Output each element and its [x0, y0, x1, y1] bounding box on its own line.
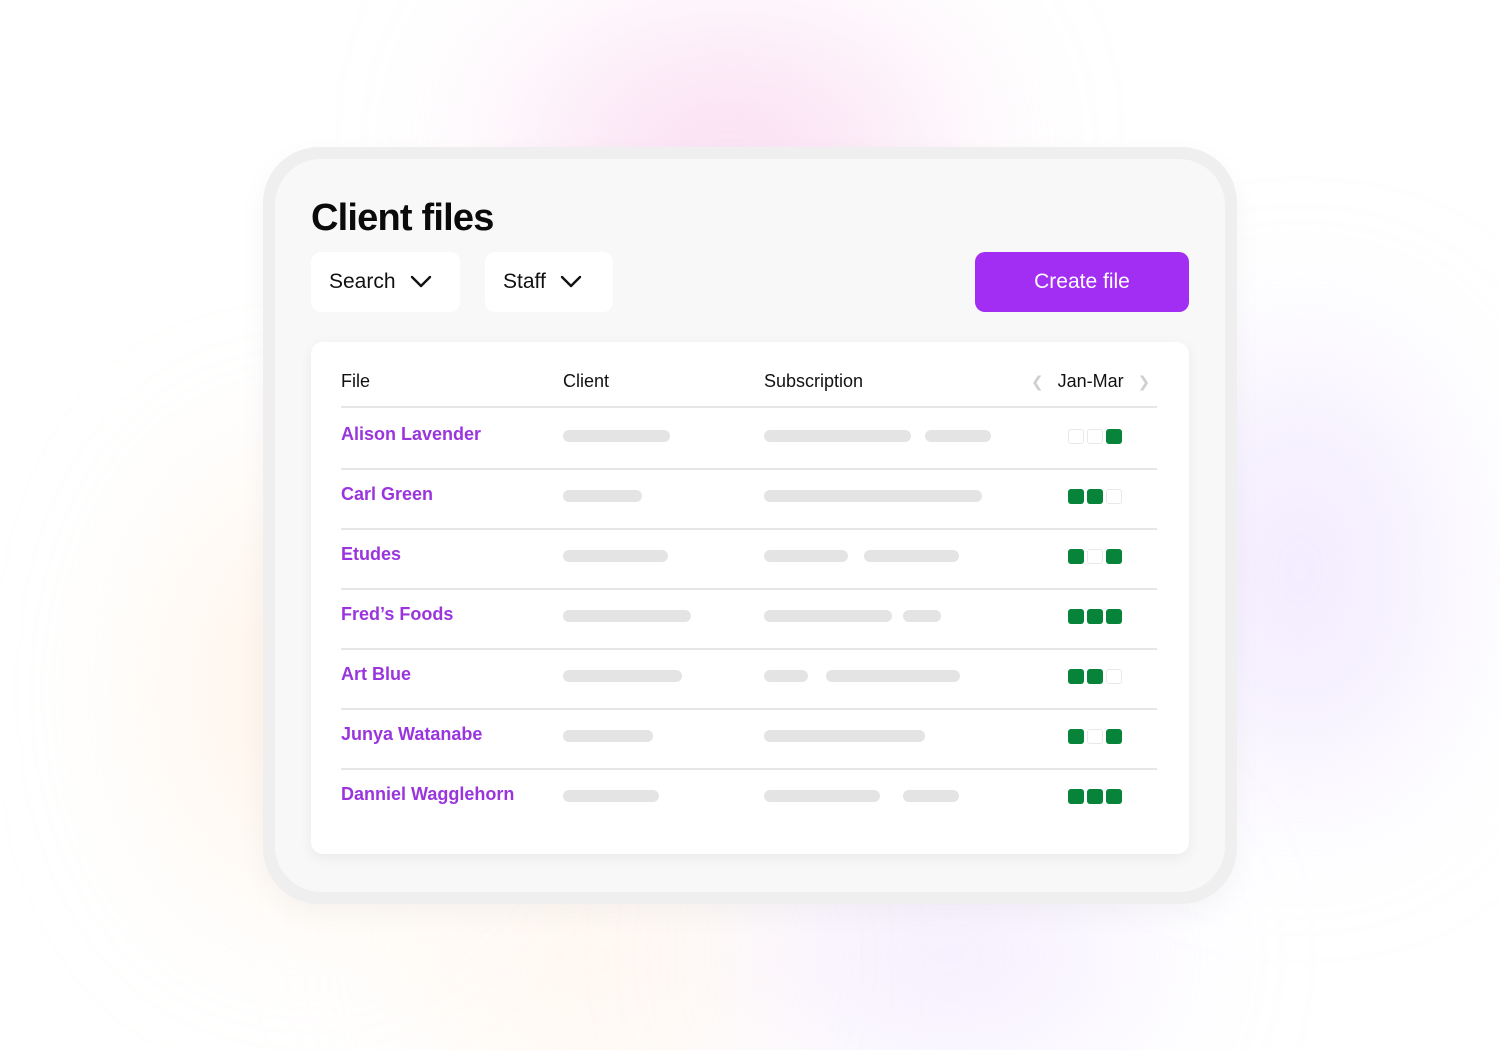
- month-status-complete: [1087, 669, 1103, 684]
- search-dropdown-label: Search: [329, 270, 396, 293]
- client-placeholder-bar: [563, 490, 642, 502]
- table-row[interactable]: Alison Lavender: [341, 410, 1157, 470]
- file-link[interactable]: Alison Lavender: [341, 424, 481, 445]
- table-row[interactable]: Junya Watanabe: [341, 710, 1157, 770]
- quarter-status: [1068, 729, 1122, 744]
- subscription-placeholder-bar: [764, 610, 892, 622]
- month-status-empty: [1087, 549, 1103, 564]
- subscription-placeholder-bar: [764, 430, 911, 442]
- period-label: Jan-Mar: [1057, 371, 1124, 391]
- subscription-placeholder-bar: [826, 670, 960, 682]
- subscription-placeholder-bar: [903, 610, 941, 622]
- chevron-down-icon: [560, 275, 582, 288]
- month-status-complete: [1068, 549, 1084, 564]
- page-title: Client files: [311, 197, 494, 239]
- quarter-status: [1068, 789, 1122, 804]
- month-status-empty: [1087, 729, 1103, 744]
- month-status-empty: [1068, 429, 1084, 444]
- client-placeholder-bar: [563, 670, 682, 682]
- quarter-status: [1068, 669, 1122, 684]
- table-row[interactable]: Fred’s Foods: [341, 590, 1157, 650]
- month-status-complete: [1106, 429, 1122, 444]
- chevron-right-icon[interactable]: ❯: [1138, 373, 1151, 391]
- search-dropdown[interactable]: Search: [311, 252, 460, 312]
- chevron-down-icon: [410, 275, 431, 288]
- column-header-file[interactable]: File: [341, 371, 370, 392]
- file-link[interactable]: Etudes: [341, 544, 401, 565]
- subscription-placeholder-bar: [764, 670, 808, 682]
- month-status-complete: [1087, 789, 1103, 804]
- background-glow-orange-bottom: [430, 880, 750, 1040]
- period-selector: ❮ Jan-Mar ❯: [1031, 371, 1150, 392]
- column-header-subscription[interactable]: Subscription: [764, 371, 863, 392]
- create-file-button[interactable]: Create file: [975, 252, 1189, 312]
- client-placeholder-bar: [563, 550, 668, 562]
- month-status-complete: [1068, 489, 1084, 504]
- subscription-placeholder-bar: [764, 790, 880, 802]
- month-status-complete: [1106, 729, 1122, 744]
- month-status-empty: [1087, 429, 1103, 444]
- file-link[interactable]: Danniel Wagglehorn: [341, 784, 514, 805]
- staff-dropdown-label: Staff: [503, 270, 546, 293]
- column-header-client[interactable]: Client: [563, 371, 609, 392]
- subscription-placeholder-bar: [864, 550, 959, 562]
- quarter-status: [1068, 429, 1122, 444]
- table-row[interactable]: Danniel Wagglehorn: [341, 770, 1157, 830]
- month-status-complete: [1068, 669, 1084, 684]
- subscription-placeholder-bar: [764, 490, 982, 502]
- client-files-panel: Client files Search Staff Create file Fi…: [275, 159, 1225, 892]
- subscription-placeholder-bar: [925, 430, 991, 442]
- month-status-complete: [1087, 489, 1103, 504]
- table-row[interactable]: Carl Green: [341, 470, 1157, 530]
- subscription-placeholder-bar: [764, 730, 925, 742]
- month-status-empty: [1106, 669, 1122, 684]
- subscription-placeholder-bar: [764, 550, 848, 562]
- file-link[interactable]: Carl Green: [341, 484, 433, 505]
- quarter-status: [1068, 549, 1122, 564]
- chevron-left-icon[interactable]: ❮: [1031, 373, 1044, 391]
- month-status-complete: [1106, 609, 1122, 624]
- device-frame: Client files Search Staff Create file Fi…: [263, 147, 1237, 904]
- subscription-placeholder-bar: [903, 790, 959, 802]
- month-status-complete: [1068, 729, 1084, 744]
- month-status-complete: [1068, 789, 1084, 804]
- file-link[interactable]: Fred’s Foods: [341, 604, 453, 625]
- staff-dropdown[interactable]: Staff: [485, 252, 613, 312]
- quarter-status: [1068, 489, 1122, 504]
- client-placeholder-bar: [563, 790, 659, 802]
- client-files-table: File Client Subscription ❮ Jan-Mar ❯ Ali…: [311, 342, 1189, 854]
- quarter-status: [1068, 609, 1122, 624]
- client-placeholder-bar: [563, 430, 670, 442]
- client-placeholder-bar: [563, 730, 653, 742]
- month-status-complete: [1068, 609, 1084, 624]
- month-status-complete: [1106, 549, 1122, 564]
- month-status-complete: [1087, 609, 1103, 624]
- month-status-complete: [1106, 789, 1122, 804]
- month-status-empty: [1106, 489, 1122, 504]
- table-row[interactable]: Etudes: [341, 530, 1157, 590]
- file-link[interactable]: Junya Watanabe: [341, 724, 482, 745]
- client-placeholder-bar: [563, 610, 691, 622]
- file-link[interactable]: Art Blue: [341, 664, 411, 685]
- table-header: File Client Subscription ❮ Jan-Mar ❯: [341, 342, 1157, 408]
- table-row[interactable]: Art Blue: [341, 650, 1157, 710]
